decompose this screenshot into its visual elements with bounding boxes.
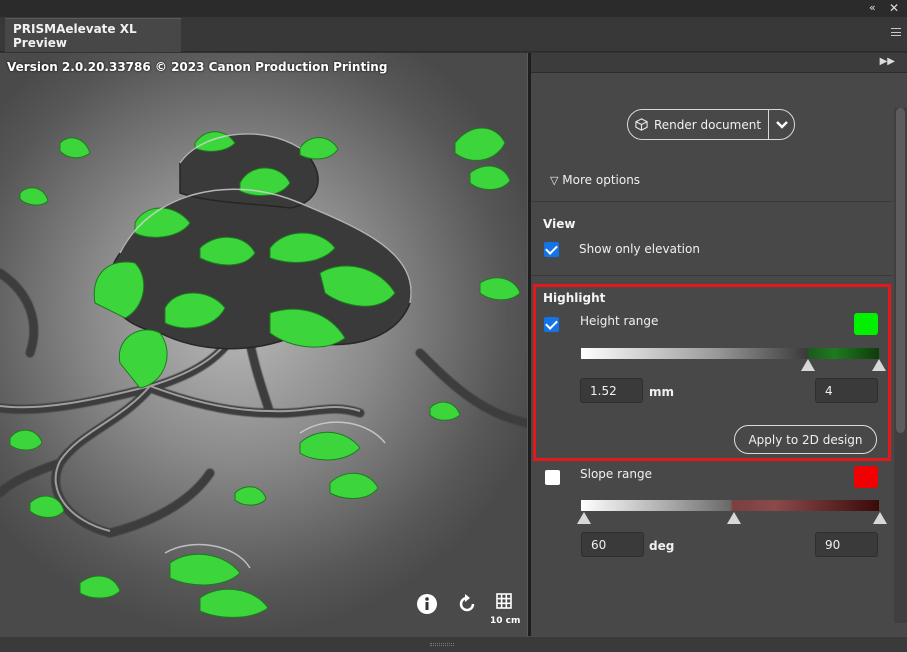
- divider: [531, 275, 893, 276]
- chevron-down-icon: [775, 120, 788, 129]
- height-range-low-input[interactable]: 1.52: [580, 378, 643, 403]
- version-text: Version 2.0.20.33786 © 2023 Canon Produc…: [7, 60, 388, 74]
- panel-tab-bar: PRISMAelevate XL Preview: [0, 17, 907, 52]
- height-range-high-handle[interactable]: [872, 359, 886, 371]
- slope-range-unit: deg: [649, 539, 675, 553]
- resize-grip-icon[interactable]: [430, 643, 454, 646]
- show-only-elevation-checkbox[interactable]: [544, 242, 559, 257]
- apply-to-2d-design-button[interactable]: Apply to 2D design: [734, 425, 877, 454]
- view-section-title: View: [543, 217, 576, 231]
- render-document-button-group: Render document: [627, 109, 795, 140]
- double-chevron-right-icon[interactable]: ▶▶: [880, 56, 895, 67]
- tab-title: PRISMAelevate XL Preview: [13, 21, 137, 50]
- divider: [531, 201, 893, 202]
- close-icon[interactable]: ✕: [889, 1, 899, 15]
- height-range-high-input[interactable]: 4: [815, 378, 878, 403]
- slope-range-color-swatch[interactable]: [854, 466, 878, 488]
- double-chevron-left-icon[interactable]: «: [869, 1, 876, 14]
- info-icon[interactable]: [416, 593, 438, 615]
- show-only-elevation-label: Show only elevation: [579, 242, 700, 256]
- window-top-strip: « ✕: [0, 0, 907, 17]
- bottom-resize-bar[interactable]: [0, 636, 907, 652]
- slope-range-min-handle[interactable]: [577, 512, 591, 524]
- slope-range-high-input[interactable]: 90: [815, 532, 878, 557]
- scrollbar-thumb[interactable]: [896, 108, 905, 433]
- slope-range-high-handle[interactable]: [873, 512, 887, 524]
- elevation-preview-viewport[interactable]: Version 2.0.20.33786 © 2023 Canon Produc…: [0, 53, 527, 636]
- triangle-down-icon: ▽: [550, 174, 559, 187]
- slope-range-low-input[interactable]: 60: [581, 532, 644, 557]
- slope-range-low-handle[interactable]: [727, 512, 741, 524]
- height-range-color-swatch[interactable]: [854, 313, 878, 335]
- tab-prismaelevate-preview[interactable]: PRISMAelevate XL Preview: [5, 18, 181, 52]
- embossed-floral-render: [0, 127, 527, 618]
- height-range-label: Height range: [580, 314, 659, 328]
- highlight-section-title: Highlight: [543, 291, 606, 305]
- hamburger-menu-icon[interactable]: [891, 28, 901, 36]
- panel-header: ▶▶: [531, 53, 907, 73]
- height-range-unit: mm: [649, 385, 675, 399]
- more-options-toggle[interactable]: ▽ More options: [550, 173, 640, 187]
- height-range-low-handle[interactable]: [801, 359, 815, 371]
- height-range-gradient-slider[interactable]: [581, 348, 879, 359]
- reset-rotate-icon[interactable]: [456, 593, 478, 615]
- render-options-dropdown[interactable]: [769, 110, 794, 139]
- more-options-label: More options: [562, 173, 641, 187]
- height-range-checkbox[interactable]: [544, 317, 559, 332]
- cube-icon: [635, 118, 648, 131]
- panel-scrollbar[interactable]: [894, 108, 907, 623]
- scale-label: 10 cm: [490, 616, 521, 626]
- settings-panel: ▶▶ Render document ▽ More options View S…: [531, 53, 907, 636]
- slope-range-checkbox[interactable]: [545, 470, 560, 485]
- slope-range-gradient-slider[interactable]: [581, 500, 879, 511]
- slope-range-label: Slope range: [580, 467, 652, 481]
- render-document-button[interactable]: Render document: [628, 110, 769, 139]
- grid-icon[interactable]: [496, 593, 512, 609]
- render-document-label: Render document: [653, 117, 762, 132]
